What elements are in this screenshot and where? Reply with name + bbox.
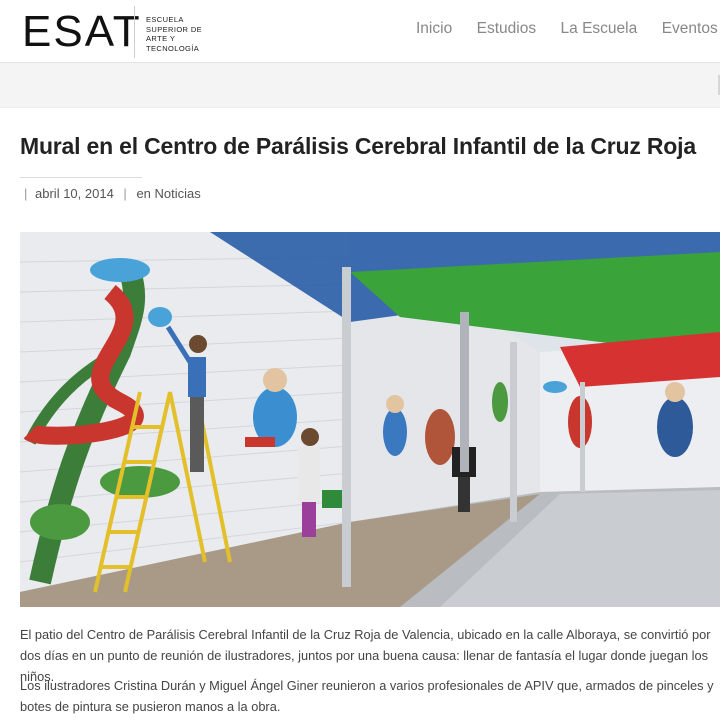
logo-subtitle-line: ARTE Y [146,34,176,43]
article-paragraph: Los ilustradores Cristina Durán y Miguel… [20,678,714,714]
site-logo[interactable]: ESAT ESCUELA SUPERIOR DE ARTE Y TECNOLOG… [22,6,202,58]
nav-item-inicio[interactable]: Inicio [416,20,452,38]
logo-divider [134,6,135,58]
category-prefix: en [136,186,151,201]
nav-item-estudios[interactable]: Estudios [477,20,536,38]
nav-item-eventos[interactable]: Eventos [662,20,718,38]
logo-subtitle-line: TECNOLOGÍA [146,43,200,53]
logo-wordmark: ESAT [22,7,142,56]
nav-item-la-escuela[interactable]: La Escuela [561,20,638,38]
article-meta: | abril 10, 2014 | en Noticias [24,186,201,201]
meta-separator: | [24,186,28,201]
logo-subtitle-line: ESCUELA [146,15,184,24]
logo-subtitle: ESCUELA SUPERIOR DE ARTE Y TECNOLOGÍA [146,15,226,53]
article-title: Mural en el Centro de Parálisis Cerebral… [20,133,696,159]
main-nav: Inicio Estudios La Escuela Eventos [396,20,718,40]
article-photo [20,232,720,607]
title-divider [20,177,142,178]
site-header: ESAT ESCUELA SUPERIOR DE ARTE Y TECNOLOG… [0,0,720,63]
mural-photo-illustration [20,232,720,607]
article-date: abril 10, 2014 [35,186,114,201]
subheader-band [0,63,720,108]
logo-subtitle-line: SUPERIOR DE [146,24,203,34]
meta-separator: | [123,186,127,201]
category-link[interactable]: Noticias [155,186,201,201]
